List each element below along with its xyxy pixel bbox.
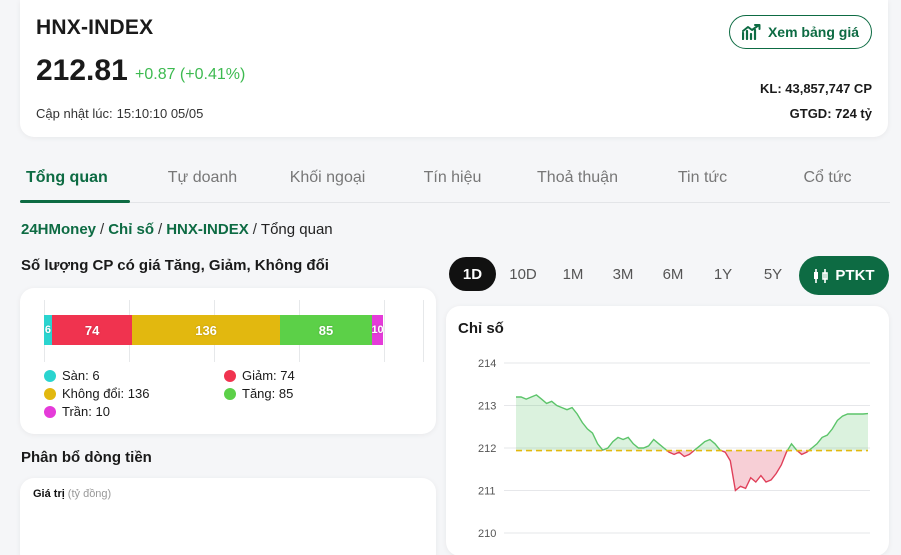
breadcrumb-index[interactable]: HNX-INDEX xyxy=(166,221,249,238)
tab-tu-doanh[interactable]: Tự doanh xyxy=(140,158,265,202)
y-tick-label: 213 xyxy=(478,401,496,413)
legend-tran-label: Trần: 10 xyxy=(62,404,110,419)
period-3m[interactable]: 3M xyxy=(598,257,648,291)
index-change: +0.87 (+0.41%) xyxy=(135,66,246,83)
breadth-segment-san: 6 xyxy=(44,315,52,345)
index-header-card: HNX-INDEX 212.81 +0.87 (+0.41%) Cập nhật… xyxy=(20,0,888,137)
price-board-label: Xem bảng giá xyxy=(767,24,859,40)
y-tick-label: 214 xyxy=(478,358,496,370)
value-label: Giá trị xyxy=(33,488,65,500)
breadth-card: 6 74 136 85 10 Sàn: 6 Không đổi: 136 Trần: 1… xyxy=(20,288,436,434)
tab-tong-quan[interactable]: Tổng quan xyxy=(20,158,140,203)
period-6m[interactable]: 6M xyxy=(648,257,698,291)
legend-giam-label: Giảm: 74 xyxy=(242,368,295,383)
period-5y[interactable]: 5Y xyxy=(748,257,798,291)
legend-tang-label: Tăng: 85 xyxy=(242,386,294,401)
legend-san-label: Sàn: 6 xyxy=(62,368,100,383)
legend-dot xyxy=(44,369,56,382)
period-selector: 1D 10D 1M 3M 6M 1Y 5Y xyxy=(449,257,798,291)
breadth-title: Số lượng CP có giá Tăng, Giảm, Không đổi xyxy=(21,257,329,274)
breadth-segment-tang: 85 xyxy=(279,315,373,345)
breadth-segment-tran: 10 xyxy=(371,315,384,345)
breadcrumb-sep: / xyxy=(158,221,163,238)
tab-tin-hieu[interactable]: Tín hiệu xyxy=(390,158,515,202)
y-tick-label: 211 xyxy=(478,486,496,498)
tab-thoa-thuan[interactable]: Thoả thuận xyxy=(515,158,640,202)
breadth-segment-giam: 74 xyxy=(51,315,133,345)
breadcrumb-home[interactable]: 24HMoney xyxy=(21,221,96,238)
legend-san: Sàn: 6 xyxy=(44,368,100,383)
volume-stat: KL: 43,857,747 CP xyxy=(759,81,872,96)
money-flow-title: Phân bổ dòng tiền xyxy=(21,449,152,466)
money-flow-card: Giá trị (tỷ đồng) xyxy=(20,478,436,555)
breadcrumb-section[interactable]: Chỉ số xyxy=(108,221,154,238)
money-flow-axis-label: Giá trị (tỷ đồng) xyxy=(33,488,111,500)
index-name: HNX-INDEX xyxy=(36,16,154,39)
breadcrumb-sep: / xyxy=(100,221,105,238)
index-chart: 214 213 212 211 210 xyxy=(478,358,870,540)
legend-giam: Giảm: 74 xyxy=(224,368,295,383)
ptkt-label: PTKT xyxy=(835,267,875,284)
tab-khoi-ngoai[interactable]: Khối ngoại xyxy=(265,158,390,202)
candlestick-icon xyxy=(814,268,829,283)
breadcrumb-sep: / xyxy=(252,221,257,238)
breadcrumb: 24HMoney / Chỉ số / HNX-INDEX / Tổng quan xyxy=(21,221,333,238)
period-1d[interactable]: 1D xyxy=(449,257,496,291)
unit-label: (tỷ đồng) xyxy=(67,488,112,500)
y-tick-label: 212 xyxy=(478,443,496,455)
updated-time: Cập nhật lúc: 15:10:10 05/05 xyxy=(36,106,203,121)
tab-tin-tuc[interactable]: Tin tức xyxy=(640,158,765,202)
legend-khongdoi-label: Không đổi: 136 xyxy=(62,386,150,401)
legend-tran: Trần: 10 xyxy=(44,404,110,419)
legend-dot xyxy=(44,387,56,400)
grid-line xyxy=(384,300,385,362)
period-10d[interactable]: 10D xyxy=(498,257,548,291)
index-price: 212.81 xyxy=(36,54,128,87)
price-board-button[interactable]: Xem bảng giá xyxy=(728,15,872,49)
tab-co-tuc[interactable]: Cổ tức xyxy=(765,158,890,202)
period-1y[interactable]: 1Y xyxy=(698,257,748,291)
section-tabs: Tổng quan Tự doanh Khối ngoại Tín hiệu T… xyxy=(20,158,890,203)
legend-dot xyxy=(44,405,56,418)
legend-tang: Tăng: 85 xyxy=(224,386,293,401)
grid-line xyxy=(423,300,424,362)
updated-label: Cập nhật lúc: xyxy=(36,106,113,121)
y-tick-label: 210 xyxy=(478,528,496,540)
breadth-bar: 6 74 136 85 10 xyxy=(44,315,384,345)
period-1m[interactable]: 1M xyxy=(548,257,598,291)
breadcrumb-current: Tổng quan xyxy=(260,221,333,238)
value-stat: GTGD: 724 tỷ xyxy=(789,106,872,121)
ptkt-button[interactable]: PTKT xyxy=(799,256,889,295)
legend-khongdoi: Không đổi: 136 xyxy=(44,386,149,401)
legend-dot xyxy=(224,369,236,382)
updated-value: 15:10:10 05/05 xyxy=(116,106,204,121)
chart-trend-icon xyxy=(741,24,761,40)
index-chart-card: Chỉ số 214 213 212 211 210 xyxy=(446,306,889,555)
legend-dot xyxy=(224,387,236,400)
breadth-segment-khongdoi: 136 xyxy=(132,315,280,345)
